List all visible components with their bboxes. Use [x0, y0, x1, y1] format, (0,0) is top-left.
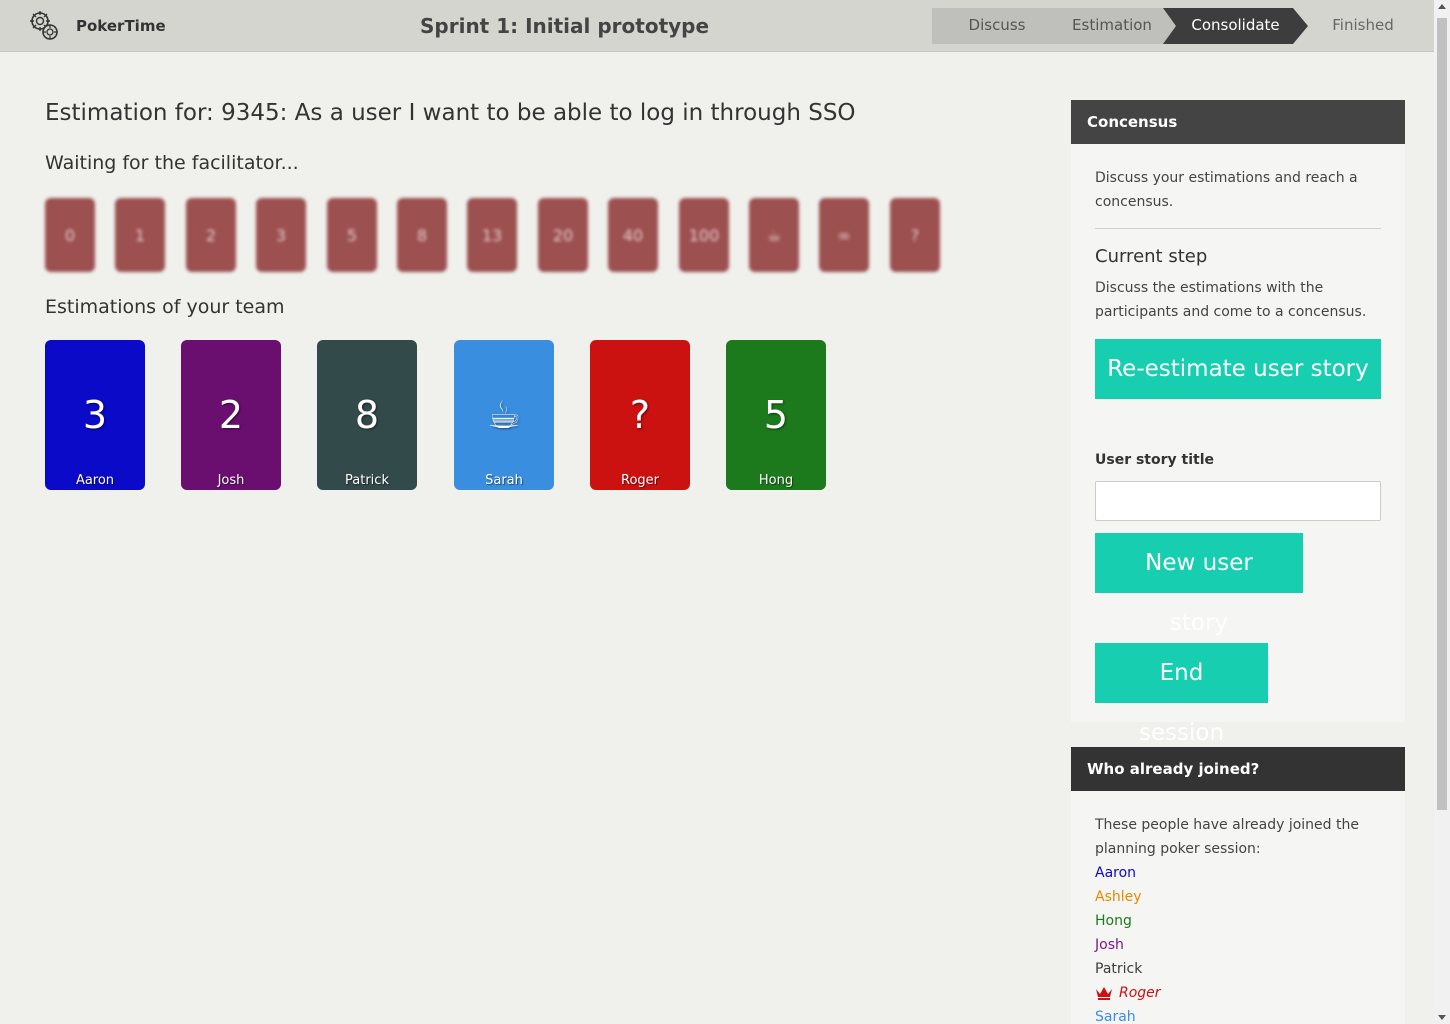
crown-icon	[1096, 987, 1112, 1000]
story-title-label: User story title	[1095, 452, 1214, 468]
deck-card-value: 3	[275, 225, 287, 245]
team-card-patrick: 8 Patrick	[317, 340, 417, 490]
joined-list: Aaron Ashley Hong Josh Patrick Roger Sarah	[1095, 861, 1161, 1024]
deck-card[interactable]: 1	[115, 198, 165, 272]
reestimate-button[interactable]: Re-estimate user story	[1095, 339, 1381, 399]
joined-person-josh: Josh	[1095, 933, 1161, 957]
joined-person-name: Hong	[1095, 913, 1132, 929]
deck-card[interactable]: 8	[397, 198, 447, 272]
joined-person-ashley: Ashley	[1095, 885, 1161, 909]
end-session-button[interactable]: End session	[1095, 643, 1268, 746]
team-card-value: ?	[629, 393, 651, 437]
team-card-value: 3	[82, 393, 108, 437]
deck-card-value: 20	[552, 225, 574, 245]
team-card-hong: 5 Hong	[726, 340, 826, 490]
team-card-josh: 2 Josh	[181, 340, 281, 490]
current-step-text: Discuss the estimations with the partici…	[1095, 280, 1367, 320]
deck-card[interactable]: ☕	[749, 198, 799, 272]
team-card-roger: ? Roger	[590, 340, 690, 490]
joined-person-name: Roger	[1119, 985, 1161, 1001]
team-card-name: Sarah	[485, 473, 523, 488]
deck-card[interactable]: ?	[890, 198, 940, 272]
joined-description: These people have already joined the pla…	[1095, 817, 1359, 857]
consensus-description: Discuss your estimations and reach a con…	[1095, 170, 1358, 210]
deck-card[interactable]: 20	[538, 198, 588, 272]
deck-card[interactable]: 2	[186, 198, 236, 272]
vertical-scrollbar[interactable]	[1434, 0, 1450, 1024]
estimation-title: Estimation for: 9345: As a user I want t…	[45, 100, 856, 126]
team-card-name: Hong	[758, 473, 794, 488]
deck-card-value: 100	[688, 225, 720, 245]
team-card-name: Patrick	[345, 473, 389, 488]
team-card-value: ☕	[486, 393, 522, 437]
deck-card[interactable]: 13	[467, 198, 517, 272]
deck-card-value: ☕	[766, 225, 782, 245]
team-title: Estimations of your team	[45, 296, 285, 318]
joined-person-patrick: Patrick	[1095, 957, 1161, 981]
deck-card[interactable]: ∞	[819, 198, 869, 272]
scroll-up-icon[interactable]	[1438, 4, 1446, 9]
app-name: PokerTime	[76, 17, 166, 35]
divider	[1095, 228, 1381, 229]
team-card-sarah: ☕ Sarah	[454, 340, 554, 490]
top-bar: PokerTime Sprint 1: Initial prototype Di…	[0, 0, 1434, 52]
story-title-input[interactable]	[1095, 481, 1381, 521]
session-title: Sprint 1: Initial prototype	[420, 14, 710, 38]
joined-panel-title: Who already joined?	[1071, 747, 1405, 791]
team-estimations: 3 Aaron 2 Josh 8 Patrick ☕ Sarah? Roger 5 Hong	[45, 340, 845, 490]
team-card-name: Josh	[217, 473, 245, 488]
deck-card-value: 5	[346, 225, 358, 245]
joined-panel: Who already joined? These people have al…	[1071, 747, 1405, 1024]
deck-card-value: 1	[134, 225, 146, 245]
scrollbar-thumb[interactable]	[1437, 18, 1447, 810]
deck-card-value: ∞	[837, 225, 851, 245]
consensus-panel: Concensus Discuss your estimations and r…	[1071, 100, 1405, 746]
joined-person-name: Josh	[1095, 937, 1124, 953]
scroll-down-icon[interactable]	[1438, 1015, 1446, 1020]
current-step-heading: Current step	[1095, 246, 1208, 267]
joined-person-aaron: Aaron	[1095, 861, 1161, 885]
deck-card[interactable]: 100	[679, 198, 729, 272]
step-estimation: Estimation	[1042, 8, 1182, 44]
team-card-value: 5	[763, 393, 789, 437]
team-card-aaron: 3 Aaron	[45, 340, 145, 490]
consensus-panel-title: Concensus	[1071, 100, 1405, 144]
deck-card-value: ?	[910, 225, 920, 245]
progress-steps: Discuss Estimation Consolidate Finished	[932, 8, 1422, 44]
poker-chip-gear-icon	[30, 11, 58, 40]
new-story-button[interactable]: New user story	[1095, 533, 1303, 636]
waiting-text: Waiting for the facilitator...	[45, 152, 299, 174]
team-card-name: Roger	[621, 473, 659, 488]
joined-person-name: Ashley	[1095, 889, 1142, 905]
joined-person-hong: Hong	[1095, 909, 1161, 933]
joined-person-sarah: Sarah	[1095, 1005, 1161, 1024]
joined-person-name: Aaron	[1095, 865, 1137, 881]
deck-card-value: 13	[481, 225, 503, 245]
team-card-value: 2	[218, 393, 244, 437]
deck-card[interactable]: 0	[45, 198, 95, 272]
deck-card[interactable]: 40	[608, 198, 658, 272]
step-consolidate: Consolidate	[1163, 8, 1308, 44]
card-deck: 0 1 2 3 5 8 13 20 40 100 ☕ ∞?	[45, 198, 945, 272]
team-card-value: 8	[354, 393, 380, 437]
deck-card-value: 2	[205, 225, 217, 245]
joined-person-name: Sarah	[1095, 1009, 1136, 1024]
deck-card[interactable]: 5	[327, 198, 377, 272]
deck-card-value: 40	[622, 225, 644, 245]
deck-card-value: 0	[64, 225, 76, 245]
joined-person-roger: Roger	[1095, 981, 1161, 1005]
team-card-name: Aaron	[75, 473, 115, 488]
step-finished: Finished	[1332, 16, 1394, 34]
brand[interactable]: PokerTime	[28, 10, 166, 42]
deck-card-value: 8	[416, 225, 428, 245]
deck-card[interactable]: 3	[256, 198, 306, 272]
joined-person-name: Patrick	[1095, 961, 1143, 977]
